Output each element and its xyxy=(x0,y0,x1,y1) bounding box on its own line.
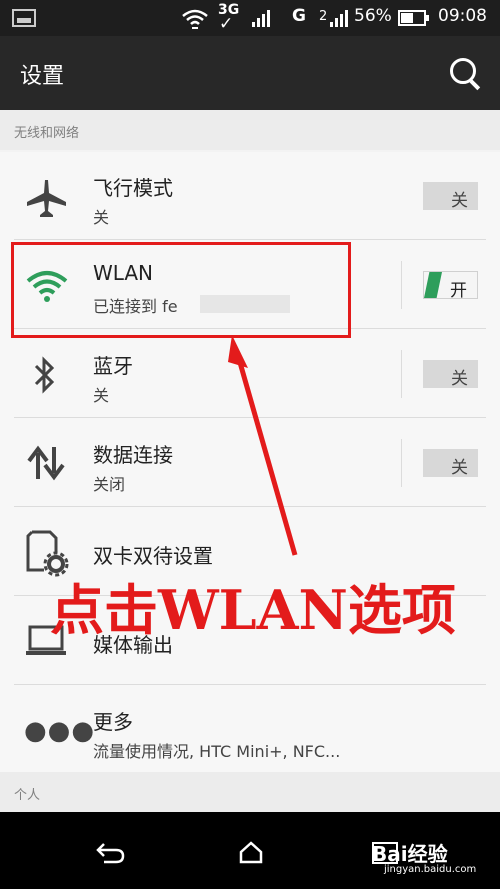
annotation-text: 点击WLAN选项 xyxy=(50,578,456,642)
watermark: Bai经验 jingyan.baidu.com xyxy=(372,838,476,875)
watermark-logo: Bai经验 xyxy=(372,842,448,866)
watermark-url: jingyan.baidu.com xyxy=(384,864,477,875)
annotation-arrow xyxy=(228,335,298,556)
